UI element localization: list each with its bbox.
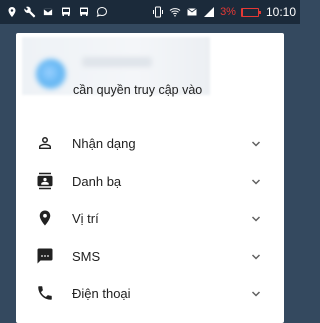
permission-dialog: cần quyền truy cập vào Nhận dạng Danh bạ… bbox=[16, 33, 284, 323]
wrench-icon bbox=[24, 6, 36, 18]
permission-label: Danh bạ bbox=[72, 173, 122, 189]
location-pin-icon bbox=[39, 210, 51, 226]
battery-percent: 3% bbox=[220, 6, 236, 18]
permission-item-contacts[interactable]: Danh bạ bbox=[16, 163, 284, 201]
notification-icons bbox=[6, 3, 108, 21]
chat-bubble-icon bbox=[96, 6, 108, 17]
contacts-icon bbox=[37, 172, 53, 189]
permission-item-location[interactable]: Vị trí bbox=[16, 200, 284, 238]
phone-vibrate-icon bbox=[153, 6, 164, 18]
clock: 10:10 bbox=[265, 5, 296, 19]
system-icons: 3% 10:10 bbox=[152, 3, 296, 21]
permission-label: Điện thoại bbox=[72, 286, 131, 301]
permission-list: Nhận dạng Danh bạ Vị trí SMS Điện thoại bbox=[16, 125, 284, 313]
wifi-icon bbox=[169, 8, 181, 17]
chevron-down-icon[interactable] bbox=[250, 251, 262, 263]
permission-label: Nhận dạng bbox=[72, 136, 136, 151]
signal-icon bbox=[204, 7, 215, 17]
battery-icon bbox=[240, 7, 261, 17]
location-pin-icon bbox=[8, 7, 16, 17]
person-icon bbox=[39, 137, 51, 149]
permission-item-identity[interactable]: Nhận dạng bbox=[16, 125, 284, 163]
chevron-down-icon[interactable] bbox=[250, 176, 262, 188]
mail-icon bbox=[43, 8, 53, 16]
permission-label: Vị trí bbox=[72, 211, 99, 226]
permission-message: cần quyền truy cập vào bbox=[73, 83, 203, 97]
chevron-down-icon[interactable] bbox=[250, 138, 262, 150]
status-bar: 3% 10:10 bbox=[0, 0, 300, 24]
bus-icon bbox=[62, 7, 70, 16]
mail-icon bbox=[187, 8, 197, 16]
bus-icon bbox=[80, 7, 88, 16]
chevron-down-icon[interactable] bbox=[250, 288, 262, 300]
app-icon bbox=[36, 59, 66, 89]
chevron-down-icon[interactable] bbox=[250, 213, 262, 225]
permission-item-phone[interactable]: Điện thoại bbox=[16, 275, 284, 313]
message-icon bbox=[37, 248, 53, 263]
permission-label: SMS bbox=[72, 248, 101, 264]
blurred-app-name bbox=[82, 57, 152, 67]
permission-item-sms[interactable]: SMS bbox=[16, 238, 284, 276]
phone-icon bbox=[38, 286, 52, 300]
